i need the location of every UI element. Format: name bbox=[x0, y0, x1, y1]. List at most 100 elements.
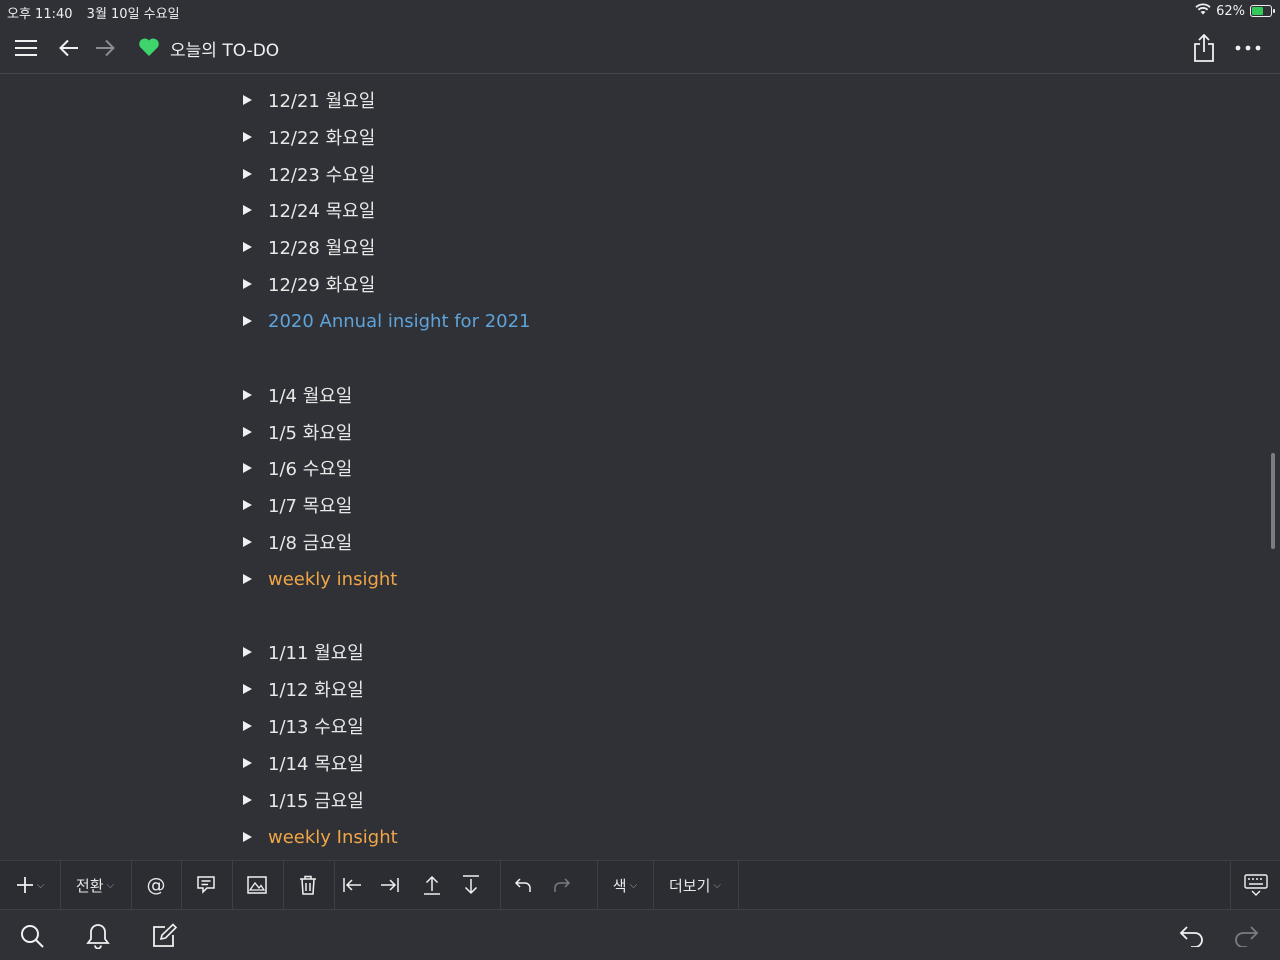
outdent-button[interactable] bbox=[338, 861, 366, 909]
page-title[interactable]: 오늘의 TO-DO bbox=[138, 36, 279, 61]
indent-icon bbox=[381, 878, 399, 892]
toggle-triangle-icon[interactable] bbox=[243, 795, 252, 805]
toggle-triangle-icon[interactable] bbox=[243, 390, 252, 400]
search-icon[interactable] bbox=[16, 920, 48, 952]
toggle-triangle-icon[interactable] bbox=[243, 647, 252, 657]
toggle-label: 12/23 수요일 bbox=[268, 165, 376, 186]
nav-bar: 오늘의 TO-DO bbox=[0, 22, 1280, 74]
menu-icon[interactable] bbox=[10, 32, 42, 64]
status-date: 3월 10일 수요일 bbox=[86, 7, 180, 22]
toggle-triangle-icon[interactable] bbox=[243, 316, 252, 326]
page-title-text: 오늘의 TO-DO bbox=[170, 41, 280, 61]
turn-into-label: 전환 bbox=[75, 876, 104, 895]
new-page-icon[interactable] bbox=[148, 920, 180, 952]
toggle-block[interactable]: weekly Insight bbox=[240, 822, 398, 852]
toggle-block[interactable]: 12/29 화요일 bbox=[240, 269, 375, 299]
toggle-block[interactable]: 1/15 금요일 bbox=[240, 785, 364, 815]
toggle-triangle-icon[interactable] bbox=[243, 684, 252, 694]
toggle-triangle-icon[interactable] bbox=[243, 242, 252, 252]
toggle-triangle-icon[interactable] bbox=[243, 169, 252, 179]
indent-button[interactable] bbox=[376, 861, 404, 909]
toggle-block[interactable]: 1/5 화요일 bbox=[240, 417, 352, 447]
toggle-block[interactable]: 1/11 월요일 bbox=[240, 637, 364, 667]
chevron-down-icon: ⌵ bbox=[629, 879, 638, 891]
toggle-block[interactable]: weekly insight bbox=[240, 564, 397, 594]
back-icon[interactable] bbox=[1176, 920, 1208, 952]
more-menu-button[interactable]: 더보기 ⌵ bbox=[658, 861, 732, 909]
move-up-button[interactable] bbox=[418, 861, 446, 909]
scrollbar-thumb[interactable] bbox=[1271, 453, 1275, 549]
mention-label: @ bbox=[146, 874, 166, 896]
toggle-label: 1/6 수요일 bbox=[268, 459, 353, 480]
toolbar-divider bbox=[131, 861, 132, 909]
toolbar-divider bbox=[60, 861, 61, 909]
toggle-triangle-icon[interactable] bbox=[243, 832, 252, 842]
color-button[interactable]: 색 ⌵ bbox=[603, 861, 647, 909]
comment-icon bbox=[197, 876, 215, 894]
toolbar-divider bbox=[232, 861, 233, 909]
toggle-triangle-icon[interactable] bbox=[243, 463, 252, 473]
move-down-button[interactable] bbox=[457, 861, 485, 909]
toggle-block[interactable]: 1/14 목요일 bbox=[240, 748, 364, 778]
back-arrow-icon[interactable] bbox=[53, 32, 85, 64]
arrow-down-icon bbox=[463, 875, 479, 895]
color-label: 색 bbox=[612, 876, 627, 895]
forward-icon[interactable] bbox=[1230, 920, 1262, 952]
toggle-block[interactable]: 1/13 수요일 bbox=[240, 711, 364, 741]
bell-icon[interactable] bbox=[82, 920, 114, 952]
toggle-triangle-icon[interactable] bbox=[243, 721, 252, 731]
toggle-label: 2020 Annual insight for 2021 bbox=[268, 310, 531, 332]
toggle-triangle-icon[interactable] bbox=[243, 279, 252, 289]
more-label: 더보기 bbox=[669, 876, 711, 895]
keyboard-dismiss-icon bbox=[1244, 874, 1268, 896]
undo-icon bbox=[514, 878, 531, 892]
share-icon[interactable] bbox=[1188, 32, 1220, 64]
turn-into-button[interactable]: 전환 ⌵ bbox=[66, 861, 124, 909]
toolbar-divider bbox=[653, 861, 654, 909]
image-button[interactable] bbox=[237, 861, 277, 909]
toggle-triangle-icon[interactable] bbox=[243, 205, 252, 215]
mention-button[interactable]: @ bbox=[136, 861, 176, 909]
toggle-triangle-icon[interactable] bbox=[243, 132, 252, 142]
add-block-button[interactable]: ⌵ bbox=[8, 861, 52, 909]
status-time: 오후 11:40 bbox=[7, 7, 73, 22]
toggle-block[interactable]: 1/12 화요일 bbox=[240, 674, 364, 704]
toggle-block[interactable]: 12/28 월요일 bbox=[240, 232, 375, 262]
more-options-icon[interactable] bbox=[1232, 32, 1264, 64]
toggle-label: 1/15 금요일 bbox=[268, 791, 364, 812]
comment-button[interactable] bbox=[186, 861, 226, 909]
plus-icon bbox=[16, 877, 33, 893]
redo-button[interactable] bbox=[548, 861, 576, 909]
arrow-up-icon bbox=[424, 875, 440, 895]
toggle-block[interactable]: 12/21 월요일 bbox=[240, 85, 375, 115]
toggle-block[interactable]: 1/6 수요일 bbox=[240, 453, 352, 483]
wifi-icon bbox=[1195, 3, 1211, 19]
delete-button[interactable] bbox=[288, 861, 328, 909]
toggle-triangle-icon[interactable] bbox=[243, 427, 252, 437]
battery-fill bbox=[1252, 7, 1263, 15]
toggle-label: weekly insight bbox=[268, 568, 398, 590]
toggle-block[interactable]: 2020 Annual insight for 2021 bbox=[240, 306, 531, 336]
toggle-block[interactable]: 1/8 금요일 bbox=[240, 527, 352, 557]
toggle-block[interactable]: 1/7 목요일 bbox=[240, 490, 352, 520]
toggle-label: 1/8 금요일 bbox=[268, 533, 353, 554]
toggle-triangle-icon[interactable] bbox=[243, 95, 252, 105]
toggle-block[interactable]: 12/23 수요일 bbox=[240, 159, 375, 189]
toggle-label: 12/24 목요일 bbox=[268, 201, 376, 222]
toggle-label: 12/21 월요일 bbox=[268, 91, 376, 112]
toggle-block[interactable]: 1/4 월요일 bbox=[240, 380, 352, 410]
undo-button[interactable] bbox=[509, 861, 537, 909]
toggle-label: 12/28 월요일 bbox=[268, 238, 376, 259]
chevron-down-icon: ⌵ bbox=[36, 879, 45, 891]
toggle-triangle-icon[interactable] bbox=[243, 537, 252, 547]
battery-icon bbox=[1250, 5, 1275, 17]
hide-keyboard-button[interactable] bbox=[1238, 861, 1274, 909]
toggle-block[interactable]: 12/24 목요일 bbox=[240, 195, 375, 225]
trash-icon bbox=[300, 875, 316, 895]
toggle-triangle-icon[interactable] bbox=[243, 500, 252, 510]
toggle-label: 1/11 월요일 bbox=[268, 643, 364, 664]
forward-arrow-icon[interactable] bbox=[89, 32, 121, 64]
toggle-triangle-icon[interactable] bbox=[243, 758, 252, 768]
toggle-triangle-icon[interactable] bbox=[243, 574, 252, 584]
toggle-block[interactable]: 12/22 화요일 bbox=[240, 122, 375, 152]
